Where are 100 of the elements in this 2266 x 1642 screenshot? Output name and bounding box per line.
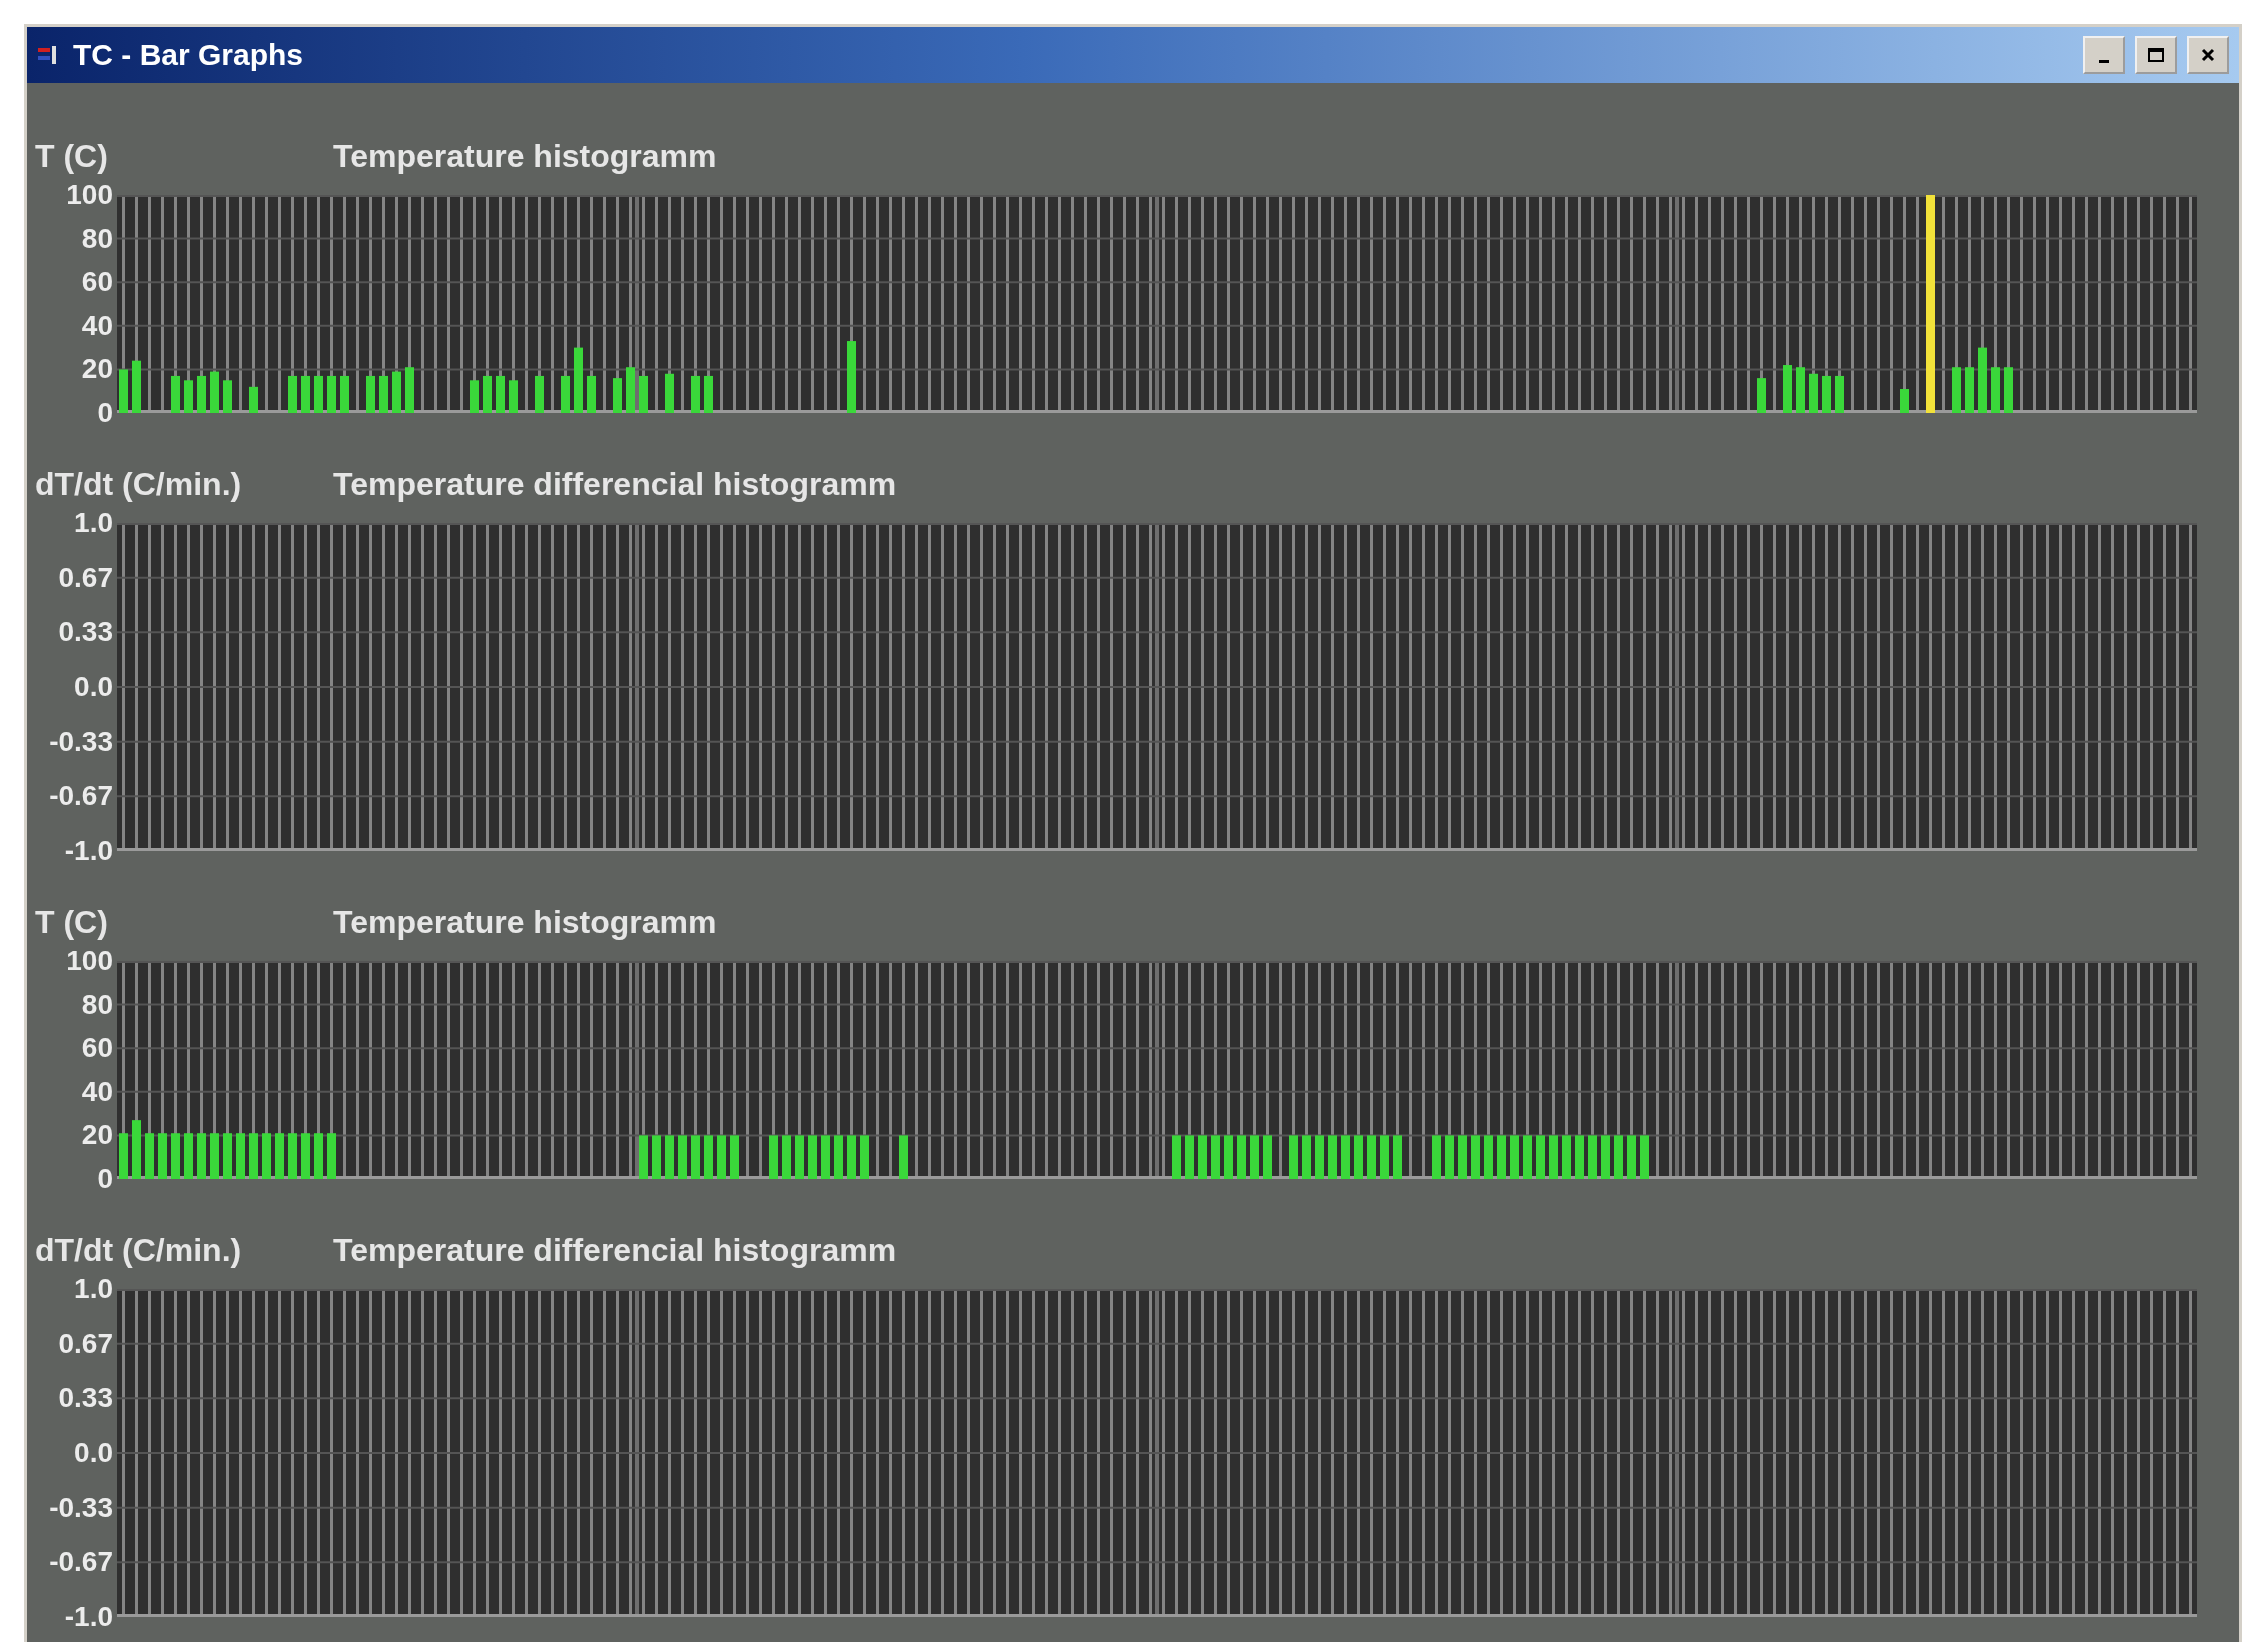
bar bbox=[1367, 1135, 1376, 1179]
bar bbox=[1575, 1135, 1584, 1179]
bar bbox=[899, 1135, 908, 1179]
axis-tick-label: 20 bbox=[81, 1118, 113, 1153]
bar bbox=[1458, 1135, 1467, 1179]
bar bbox=[223, 380, 232, 413]
bar bbox=[171, 1133, 180, 1179]
bar bbox=[1536, 1135, 1545, 1179]
bar bbox=[2004, 367, 2013, 413]
bar bbox=[847, 1135, 856, 1179]
bar bbox=[1601, 1135, 1610, 1179]
bar bbox=[1900, 389, 1909, 413]
bar bbox=[171, 375, 180, 413]
bar bbox=[210, 371, 219, 413]
bar bbox=[1640, 1135, 1649, 1179]
bar bbox=[704, 375, 713, 413]
bar bbox=[1393, 1135, 1402, 1179]
maximize-button[interactable] bbox=[2135, 36, 2177, 74]
bar bbox=[314, 375, 323, 413]
bar bbox=[340, 375, 349, 413]
bar bbox=[1250, 1135, 1259, 1179]
bar bbox=[288, 1133, 297, 1179]
axis-tick-label: 0.33 bbox=[58, 1381, 113, 1416]
bar bbox=[834, 1135, 843, 1179]
axis-tick-label: 100 bbox=[66, 178, 113, 212]
bar bbox=[496, 375, 505, 413]
bar bbox=[119, 1133, 128, 1179]
bar bbox=[1523, 1135, 1532, 1179]
axis-tick-label: 40 bbox=[81, 1074, 113, 1109]
axis-tick-label: -1.0 bbox=[64, 1599, 113, 1634]
axis-tick-label: 0 bbox=[97, 1161, 113, 1196]
bar bbox=[1471, 1135, 1480, 1179]
bar bbox=[1315, 1135, 1324, 1179]
bar bbox=[1263, 1135, 1272, 1179]
bar bbox=[847, 341, 856, 413]
bar bbox=[1588, 1135, 1597, 1179]
bar bbox=[327, 1133, 336, 1179]
axis-tick-label: 0.67 bbox=[58, 560, 113, 595]
axis-tick-label: 1.0 bbox=[74, 1272, 113, 1306]
bar bbox=[1562, 1135, 1571, 1179]
bar bbox=[1965, 367, 1974, 413]
axis-tick-label: -0.67 bbox=[49, 779, 113, 814]
chart-title: Temperature histogramm bbox=[333, 138, 717, 175]
bar bbox=[1757, 378, 1766, 413]
axis-tick-label: 0 bbox=[97, 395, 113, 430]
axis-tick-label: 0.0 bbox=[74, 1435, 113, 1470]
close-button[interactable] bbox=[2187, 36, 2229, 74]
bar bbox=[1497, 1135, 1506, 1179]
bar bbox=[132, 360, 141, 413]
bar bbox=[301, 375, 310, 413]
bar bbox=[210, 1133, 219, 1179]
bar bbox=[223, 1133, 232, 1179]
bar bbox=[613, 378, 622, 413]
axis-tick-label: 0.67 bbox=[58, 1326, 113, 1361]
bar bbox=[197, 1133, 206, 1179]
bar bbox=[704, 1135, 713, 1179]
bar bbox=[1237, 1135, 1246, 1179]
bar bbox=[1484, 1135, 1493, 1179]
bar bbox=[301, 1133, 310, 1179]
bar bbox=[665, 373, 674, 413]
bar bbox=[119, 369, 128, 413]
axis-tick-label: 80 bbox=[81, 987, 113, 1022]
bar bbox=[392, 371, 401, 413]
bar bbox=[379, 375, 388, 413]
axis-tick-label: 80 bbox=[81, 221, 113, 256]
bar bbox=[509, 380, 518, 413]
bar bbox=[184, 1133, 193, 1179]
bar bbox=[1796, 367, 1805, 413]
bar bbox=[314, 1133, 323, 1179]
bar bbox=[1198, 1135, 1207, 1179]
bar bbox=[561, 375, 570, 413]
bar bbox=[769, 1135, 778, 1179]
bar bbox=[1783, 365, 1792, 413]
axis-tick-label: 40 bbox=[81, 308, 113, 343]
axis-tick-label: -0.33 bbox=[49, 724, 113, 759]
bar bbox=[574, 347, 583, 413]
bar bbox=[808, 1135, 817, 1179]
bar bbox=[1185, 1135, 1194, 1179]
bar bbox=[639, 375, 648, 413]
bar bbox=[1380, 1135, 1389, 1179]
close-icon bbox=[2200, 47, 2216, 63]
bar bbox=[236, 1133, 245, 1179]
axis-tick-label: 0.33 bbox=[58, 615, 113, 650]
bar bbox=[288, 375, 297, 413]
bar bbox=[860, 1135, 869, 1179]
bar bbox=[639, 1135, 648, 1179]
bar bbox=[1822, 375, 1831, 413]
axis-tick-label: -1.0 bbox=[64, 833, 113, 868]
axis-tick-label: 0.0 bbox=[74, 669, 113, 704]
bar bbox=[821, 1135, 830, 1179]
bar bbox=[1302, 1135, 1311, 1179]
bar bbox=[1432, 1135, 1441, 1179]
axis-tick-label: -0.67 bbox=[49, 1545, 113, 1580]
bar bbox=[262, 1133, 271, 1179]
bar bbox=[1341, 1135, 1350, 1179]
bar bbox=[145, 1133, 154, 1179]
bar bbox=[327, 375, 336, 413]
axis-tick-label: 1.0 bbox=[74, 506, 113, 540]
bar bbox=[197, 375, 206, 413]
bar bbox=[1354, 1135, 1363, 1179]
